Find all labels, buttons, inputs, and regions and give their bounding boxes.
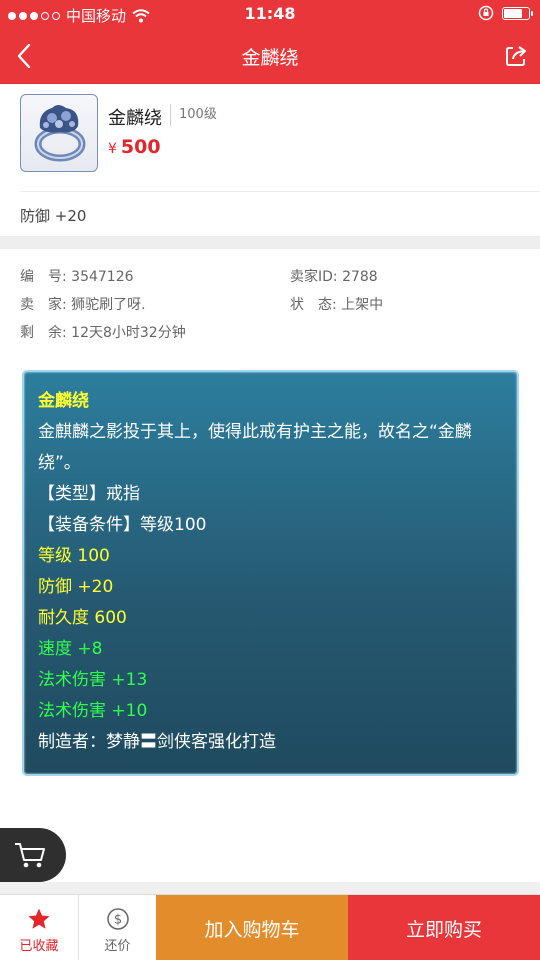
desc-defense: 防御 +20 — [38, 577, 114, 597]
item-stat: 防御 +20 — [20, 207, 87, 225]
star-icon — [28, 908, 50, 929]
item-description-box: 金麟绕 金麒麟之影投于其上，使得此戒有护主之能，故名之“金麟绕”。 【类型】戒指… — [22, 370, 519, 776]
divider — [20, 191, 540, 192]
status-right — [478, 5, 533, 21]
page-title: 金麟绕 — [241, 47, 299, 69]
desc-magic-damage-1: 法术伤害 +13 — [38, 670, 148, 690]
ring-icon — [34, 105, 86, 162]
item-thumbnail[interactable] — [20, 94, 98, 172]
item-header: 金麟绕 100级 ¥500 — [0, 84, 540, 192]
status-time: 11:48 — [244, 4, 296, 23]
item-level: 100级 — [170, 104, 217, 126]
dollar-icon: $ — [106, 908, 129, 930]
share-button[interactable] — [498, 38, 534, 74]
currency-symbol: ¥ — [108, 141, 117, 157]
floating-cart-button[interactable] — [0, 828, 66, 882]
seller-id: 卖家ID: 2788 — [290, 269, 378, 285]
desc-speed: 速度 +8 — [38, 639, 103, 659]
desc-text: 金麒麟之影投于其上，使得此戒有护主之能，故名之“金麟绕”。 — [38, 422, 472, 473]
nav-bar: 金麟绕 — [0, 28, 540, 84]
price-value: 500 — [120, 136, 161, 158]
time-remaining: 剩 余: 12天8小时32分钟 — [20, 325, 186, 341]
item-name: 金麟绕 — [108, 108, 162, 129]
desc-title: 金麟绕 — [38, 391, 89, 411]
bargain-button[interactable]: $ 还价 — [78, 895, 156, 960]
section-separator — [0, 236, 540, 249]
battery-icon — [502, 6, 533, 20]
add-to-cart-button[interactable]: 加入购物车 — [156, 895, 348, 960]
cart-icon — [15, 843, 45, 868]
item-id: 编 号: 3547126 — [20, 269, 134, 285]
favorite-label: 已收藏 — [19, 939, 59, 954]
desc-durability: 耐久度 600 — [38, 608, 127, 628]
seller-name: 卖 家: 狮驼刷了呀. — [20, 297, 146, 313]
bargain-label: 还价 — [104, 939, 131, 954]
status-bar: 中国移动 11:48 — [0, 0, 540, 28]
buy-now-button[interactable]: 立即购买 — [348, 895, 540, 960]
desc-level: 等级 100 — [38, 546, 110, 566]
bottom-separator — [0, 882, 540, 894]
item-price: ¥500 — [108, 136, 161, 158]
svg-text:$: $ — [113, 913, 121, 928]
desc-requirement: 【装备条件】等级100 — [38, 515, 207, 535]
rotation-lock-icon — [478, 5, 494, 21]
desc-magic-damage-2: 法术伤害 +10 — [38, 701, 148, 721]
bottom-action-bar: 已收藏 $ 还价 加入购物车 立即购买 — [0, 894, 540, 960]
desc-maker: 制造者：梦静〓剑侠客强化打造 — [38, 732, 276, 752]
listing-status: 状 态: 上架中 — [290, 297, 384, 313]
favorite-button[interactable]: 已收藏 — [0, 895, 78, 960]
desc-type: 【类型】戒指 — [38, 484, 140, 504]
share-icon — [506, 46, 526, 66]
